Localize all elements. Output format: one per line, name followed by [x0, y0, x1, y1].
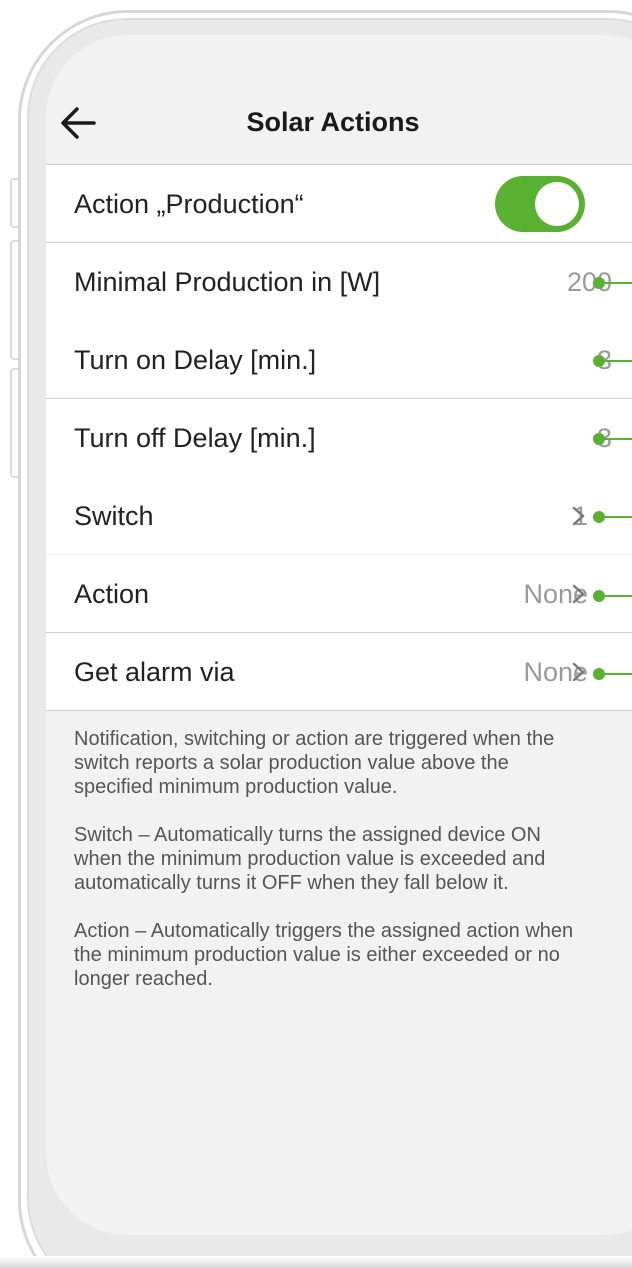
chevron-right-icon	[572, 584, 585, 604]
settings-list: Action „Production“ Minimal Production i…	[46, 165, 632, 711]
phone-side-button	[10, 240, 18, 360]
row-label: Minimal Production in [W]	[74, 267, 381, 297]
row-switch[interactable]: Switch 1	[46, 477, 632, 555]
toggle-knob	[535, 182, 579, 226]
page-title: Solar Actions	[246, 107, 420, 137]
row-label: Turn off Delay [min.]	[74, 423, 316, 453]
row-label: Action	[74, 579, 150, 609]
annotation-pointer	[593, 433, 632, 445]
annotation-pointer	[593, 590, 632, 602]
annotation-pointer	[593, 355, 632, 367]
annotation-pointer	[593, 277, 632, 289]
row-turn-off-delay[interactable]: Turn off Delay [min.] 3	[46, 399, 632, 477]
app-header: Solar Actions	[46, 35, 632, 165]
page: Solar Actions Action „Production“ Minima…	[0, 0, 632, 1268]
phone-side-button	[10, 368, 18, 478]
row-label: Switch	[74, 501, 154, 531]
chevron-right-icon	[572, 662, 585, 682]
description-paragraph: Notification, switching or action are tr…	[74, 728, 555, 798]
row-minimal-production[interactable]: Minimal Production in [W] 200	[46, 243, 632, 321]
app-screen: Solar Actions Action „Production“ Minima…	[46, 35, 632, 1235]
phone-side-button	[10, 178, 18, 228]
row-label: Get alarm via	[74, 657, 235, 687]
row-label: Action „Production“	[74, 189, 304, 219]
row-action[interactable]: Action None	[46, 555, 632, 633]
row-turn-on-delay[interactable]: Turn on Delay [min.] 3	[46, 321, 632, 399]
description: Notification, switching or action are tr…	[74, 727, 574, 1015]
bottom-shadow	[0, 1256, 632, 1268]
row-label: Turn on Delay [min.]	[74, 345, 317, 375]
row-get-alarm-via[interactable]: Get alarm via None	[46, 633, 632, 711]
description-paragraph: Switch – Automatically turns the assigne…	[74, 824, 546, 894]
chevron-right-icon	[572, 506, 585, 526]
annotation-pointer	[593, 668, 632, 680]
description-paragraph: Action – Automatically triggers the assi…	[74, 920, 574, 990]
row-action-production: Action „Production“	[46, 165, 632, 243]
production-toggle[interactable]	[495, 176, 585, 232]
annotation-pointer	[593, 511, 632, 523]
